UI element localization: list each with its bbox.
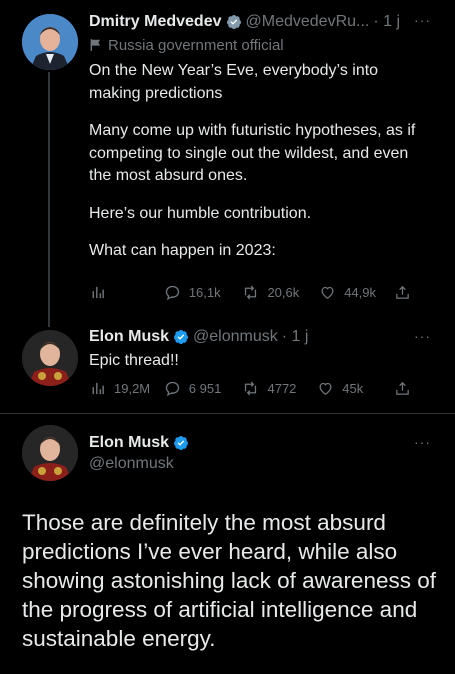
- verified-badge-icon: [226, 15, 241, 30]
- tweet1-action-bar: 16,1k 20,6k 44,9k: [89, 284, 419, 301]
- tweet1-analytics-button[interactable]: [89, 284, 164, 301]
- analytics-icon: [92, 286, 104, 299]
- reply-icon: [165, 381, 179, 397]
- retweet-icon: [245, 381, 257, 396]
- tweet3-handle[interactable]: @elonmusk: [89, 455, 174, 473]
- tweet1-paragraph: On the New Year’s Eve, everybody’s into …: [89, 62, 379, 102]
- tweet1-handle[interactable]: @MedvedevRu...: [246, 13, 370, 31]
- tweet2-share-button[interactable]: [394, 380, 419, 397]
- verified-badge-icon: [174, 436, 189, 451]
- tweet1-reply-button[interactable]: 16,1k: [164, 284, 243, 301]
- tweet1-text: On the New Year’s Eve, everybody’s into …: [89, 60, 434, 263]
- tweet3-text: Those are definitely the most absurd pre…: [22, 510, 436, 651]
- tweet1-time[interactable]: · 1 j: [373, 13, 400, 31]
- tweet2-header: Elon Musk @elonmusk · 1 j: [89, 326, 308, 348]
- tweet1-more-button[interactable]: ···: [414, 12, 431, 28]
- tweet1-paragraph: Many come up with futuristic hypotheses,…: [89, 122, 416, 184]
- tweet1-paragraph: Here’s our humble contribution.: [89, 204, 312, 222]
- tweet2-like-count: 45k: [342, 381, 364, 396]
- reply-icon: [165, 285, 179, 301]
- medvedev-portrait-icon: [22, 14, 78, 70]
- elon-portrait-icon: [22, 330, 78, 386]
- analytics-icon: [92, 382, 104, 395]
- heart-icon: [319, 382, 332, 395]
- tweet2-time[interactable]: · 1 j: [282, 328, 309, 346]
- tweet1-like-button[interactable]: 44,9k: [319, 284, 394, 301]
- tweet2-views-button[interactable]: 19,2M: [89, 380, 164, 397]
- tweet2-author-name[interactable]: Elon Musk: [89, 328, 169, 346]
- tweet2-retweet-button[interactable]: 4772: [242, 380, 317, 397]
- tweet2-reply-button[interactable]: 6 951: [164, 380, 243, 397]
- thread-connector-line: [48, 72, 50, 327]
- tweet1-author-name[interactable]: Dmitry Medvedev: [89, 13, 222, 31]
- tweet1-retweet-button[interactable]: 20,6k: [242, 284, 319, 301]
- share-icon: [396, 381, 409, 395]
- tweet1-government-label: Russia government official: [108, 36, 284, 54]
- heart-icon: [321, 286, 334, 299]
- tweet1-retweet-count: 20,6k: [267, 285, 300, 300]
- tweet2-handle[interactable]: @elonmusk: [193, 328, 278, 346]
- tweet1-like-count: 44,9k: [344, 285, 376, 300]
- avatar-elon-musk-reply[interactable]: [22, 330, 78, 386]
- tweet2-reply-count: 6 951: [188, 381, 222, 396]
- avatar-elon-musk-main[interactable]: [22, 425, 78, 481]
- tweet3-author-name[interactable]: Elon Musk: [89, 434, 169, 452]
- flag-icon: [90, 39, 101, 51]
- elon-portrait-icon: [22, 425, 78, 481]
- tweet1-label-row: Russia government official: [89, 35, 284, 55]
- tweet2-more-button[interactable]: ···: [414, 328, 431, 344]
- tweet1-header: Dmitry Medvedev @MedvedevRu... · 1 j: [89, 11, 400, 33]
- tweet2-retweet-count: 4772: [267, 381, 297, 396]
- tweet2-text: Epic thread!!: [89, 352, 179, 369]
- tweet2-like-button[interactable]: 45k: [317, 380, 394, 397]
- verified-badge-icon: [174, 330, 189, 345]
- tweet3-header: Elon Musk: [89, 432, 193, 454]
- tweet-divider: [0, 413, 455, 414]
- tweet1-paragraph: What can happen in 2023:: [89, 242, 276, 259]
- tweet3-more-button[interactable]: ···: [414, 434, 431, 450]
- tweet1-share-button[interactable]: [394, 284, 419, 301]
- avatar-medvedev[interactable]: [22, 14, 78, 70]
- tweet1-reply-count: 16,1k: [188, 285, 221, 300]
- tweet2-action-bar: 19,2M 6 951 4772 45k: [89, 380, 419, 397]
- tweet2-view-count: 19,2M: [114, 381, 151, 396]
- share-icon: [396, 285, 409, 299]
- retweet-icon: [245, 285, 257, 300]
